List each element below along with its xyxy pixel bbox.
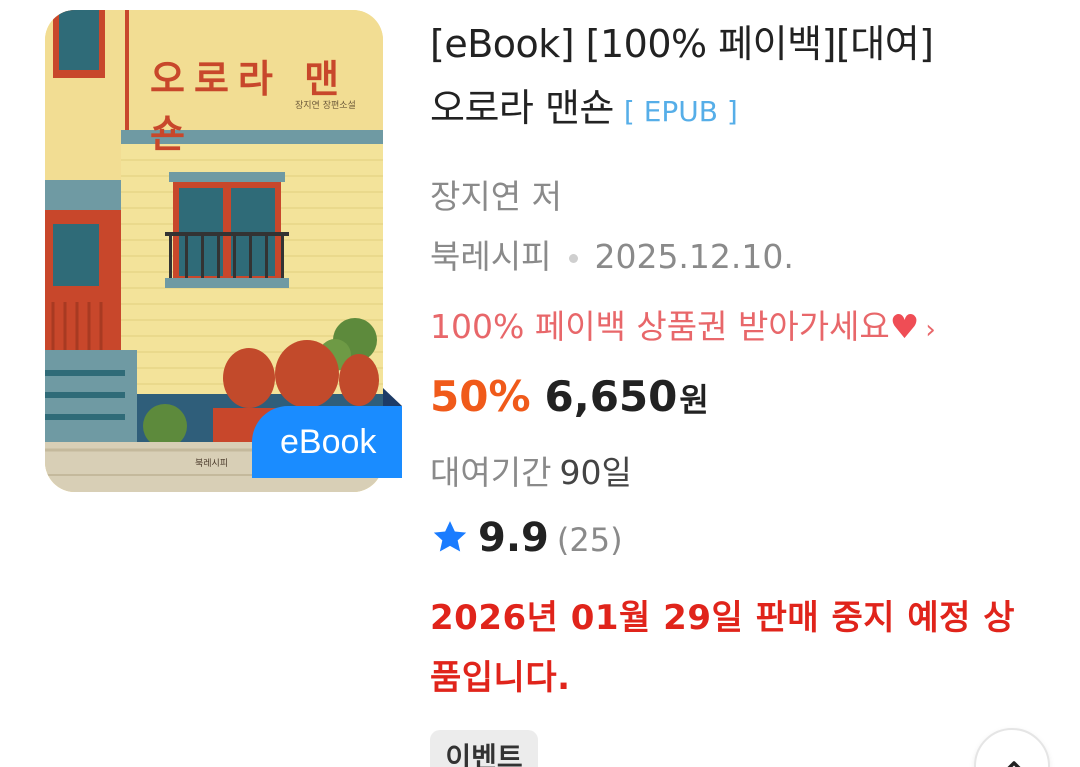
ebook-badge: eBook bbox=[252, 406, 402, 478]
price-row: 50% 6,650원 bbox=[430, 372, 709, 421]
badge-fold bbox=[383, 388, 402, 406]
sale-end-notice: 2026년 01월 29일 판매 중지 예정 상품입니다. bbox=[430, 598, 1016, 698]
sale-price: 6,650 bbox=[544, 372, 678, 421]
chevron-up-icon bbox=[1007, 761, 1021, 767]
currency-unit: 원 bbox=[679, 381, 709, 419]
format-tag: [ EPUB ] bbox=[623, 95, 738, 128]
separator-dot bbox=[569, 254, 579, 263]
cover-subtitle: 장지연 장편소설 bbox=[295, 101, 356, 111]
rating-row[interactable]: 9.9 (25) bbox=[430, 515, 623, 561]
product-page: 오로라 맨숀 장지연 장편소설 북레시피 eBook [eBook] [100%… bbox=[0, 0, 1080, 767]
promo-link[interactable]: 100% 페이백 상품권 받아가세요♥ › bbox=[430, 300, 936, 348]
promo-text: 100% 페이백 상품권 받아가세요 bbox=[430, 307, 890, 346]
rental-label: 대여기간 bbox=[430, 453, 552, 492]
author[interactable]: 장지연 저 bbox=[430, 170, 562, 218]
rating-score: 9.9 bbox=[478, 515, 549, 561]
discount-rate: 50% bbox=[430, 372, 531, 421]
rental-period: 대여기간 90일 bbox=[430, 446, 632, 494]
event-tab[interactable]: 이벤트 bbox=[430, 730, 538, 767]
publisher[interactable]: 북레시피 bbox=[430, 237, 551, 276]
rental-days: 90일 bbox=[559, 453, 632, 492]
publisher-row: 북레시피 2025.12.10. bbox=[430, 230, 794, 278]
review-count: (25) bbox=[556, 521, 623, 559]
heart-icon: ♥ bbox=[889, 307, 920, 346]
product-title-line2[interactable]: 오로라 맨숀 [ EPUB ] bbox=[430, 84, 738, 136]
product-title: 오로라 맨숀 bbox=[430, 86, 614, 130]
star-icon bbox=[430, 517, 470, 557]
scroll-top-button[interactable] bbox=[974, 728, 1050, 767]
chevron-right-icon: › bbox=[925, 315, 936, 345]
product-title-line1[interactable]: [eBook] [100% 페이백][대여] bbox=[430, 20, 934, 68]
publish-date: 2025.12.10. bbox=[594, 237, 794, 276]
cover-publisher: 북레시피 bbox=[195, 459, 229, 469]
